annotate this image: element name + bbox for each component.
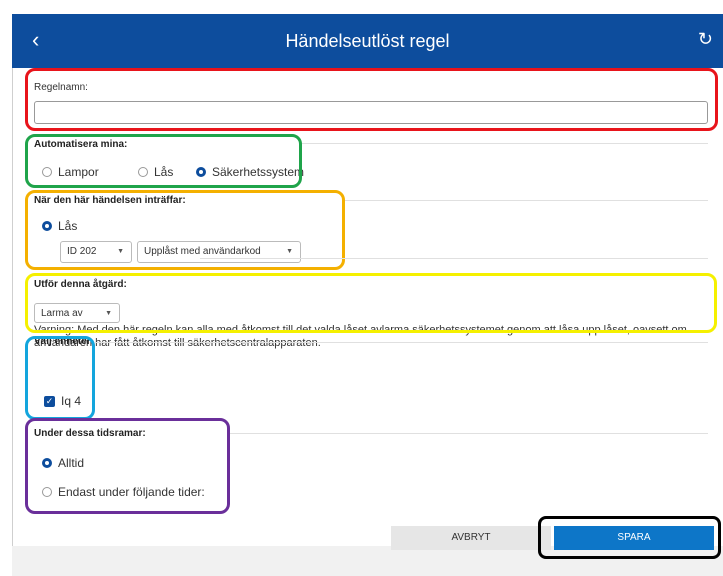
divider-units [95, 342, 708, 343]
highlight-automate [25, 134, 302, 188]
divider-trigger [345, 200, 708, 201]
highlight-time [25, 418, 230, 514]
divider-time [230, 433, 708, 434]
divider-automate [300, 143, 708, 144]
highlight-action [25, 273, 717, 333]
divider-action [200, 258, 708, 259]
left-border [12, 68, 13, 576]
page-title: Händelseutlöst regel [285, 31, 450, 51]
cancel-button[interactable]: AVBRYT [391, 526, 551, 550]
highlight-save [538, 516, 721, 559]
app-window: ‹ Händelseutlöst regel ↻ Regelnamn: Auto… [0, 0, 723, 576]
header-bar: ‹ Händelseutlöst regel ↻ [12, 14, 723, 68]
refresh-icon[interactable]: ↻ [698, 29, 713, 50]
highlight-rule-name [25, 68, 718, 131]
highlight-units [25, 336, 95, 420]
